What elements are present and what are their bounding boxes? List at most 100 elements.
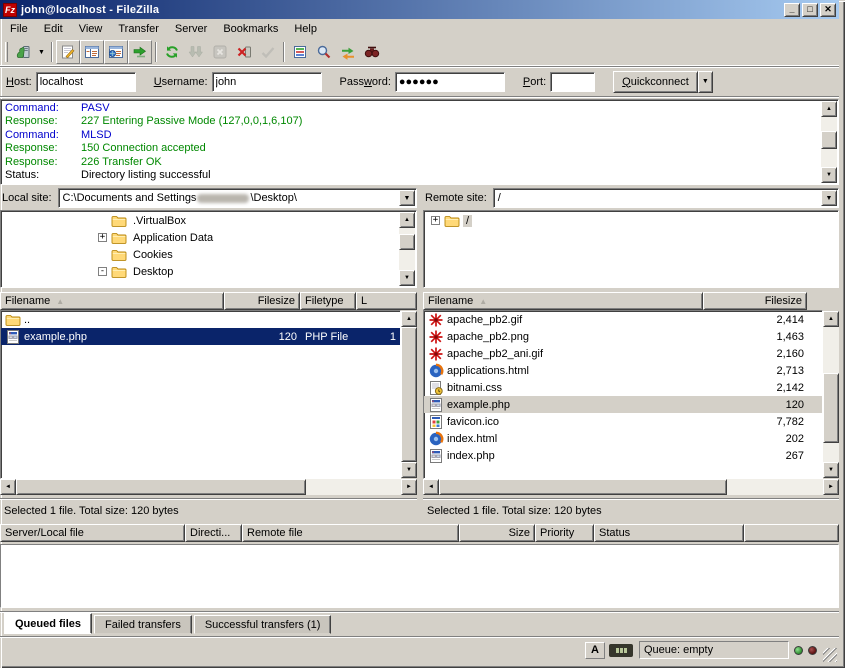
file-list[interactable]: apache_pb2.gif2,414apache_pb2.png1,463ap…: [423, 310, 823, 479]
scroll-down-icon[interactable]: ▼: [399, 270, 415, 286]
file-row[interactable]: applications.html2,713: [424, 362, 822, 379]
reconnect-button[interactable]: [256, 40, 280, 64]
find-button[interactable]: [360, 40, 384, 64]
queue-column-priority[interactable]: Priority: [535, 524, 594, 542]
tree-item-label[interactable]: Application Data: [130, 232, 216, 244]
tree-item-label[interactable]: Cookies: [130, 249, 176, 261]
scroll-right-icon[interactable]: ►: [823, 479, 839, 495]
local-tree-toggle-button[interactable]: [80, 40, 104, 64]
scroll-left-icon[interactable]: ◄: [0, 479, 16, 495]
quickconnect-dropdown[interactable]: ▼: [698, 71, 713, 93]
title-bar[interactable]: Fz john@localhost - FileZilla _ □ ✕: [0, 0, 839, 19]
file-row[interactable]: apache_pb2.gif2,414: [424, 311, 822, 328]
toolbar-grip[interactable]: [5, 42, 8, 62]
queue-list[interactable]: [0, 544, 839, 608]
menu-server[interactable]: Server: [167, 21, 215, 37]
list-vertical-scrollbar[interactable]: ▲▼: [401, 311, 417, 478]
scroll-down-icon[interactable]: ▼: [821, 167, 837, 183]
queue-column-size[interactable]: Size: [459, 524, 535, 542]
site-path-combobox[interactable]: /▼: [493, 188, 839, 208]
scroll-thumb[interactable]: [821, 131, 837, 149]
column-header-filetype[interactable]: Filetype: [300, 292, 356, 310]
directory-tree[interactable]: .VirtualBox + Application Data Cookies - Desk…: [0, 210, 417, 288]
filter-button[interactable]: [288, 40, 312, 64]
tree-item-label[interactable]: Desktop: [130, 266, 176, 278]
column-header-filesize[interactable]: Filesize: [703, 292, 807, 310]
scroll-thumb[interactable]: [399, 234, 415, 250]
site-path-combobox[interactable]: C:\Documents and Settings\Desktop\▼: [58, 188, 417, 208]
site-manager-button[interactable]: [11, 40, 35, 64]
tree-vertical-scrollbar[interactable]: ▲▼: [399, 212, 415, 286]
scroll-thumb[interactable]: [439, 479, 727, 495]
port-input[interactable]: [550, 72, 595, 92]
list-horizontal-scrollbar[interactable]: ◄►: [423, 479, 839, 495]
message-log-toggle-button[interactable]: [56, 40, 80, 64]
directory-tree[interactable]: +/: [423, 210, 839, 288]
file-list[interactable]: ..example.php120PHP File1: [0, 310, 401, 479]
file-row[interactable]: bitnami.css2,142: [424, 379, 822, 396]
sync-browse-button[interactable]: [336, 40, 360, 64]
scroll-up-icon[interactable]: ▲: [401, 311, 417, 327]
tree-expander-plus-icon[interactable]: +: [431, 216, 440, 225]
tab-successful-transfers-[interactable]: Successful transfers (1): [194, 615, 332, 634]
menu-transfer[interactable]: Transfer: [110, 21, 167, 37]
list-horizontal-scrollbar[interactable]: ◄►: [0, 479, 417, 495]
resize-grip[interactable]: [823, 648, 837, 662]
queue-column-serverlocalfile[interactable]: Server/Local file: [0, 524, 185, 542]
process-queue-button[interactable]: [184, 40, 208, 64]
file-row[interactable]: apache_pb2.png1,463: [424, 328, 822, 345]
file-row[interactable]: index.html202: [424, 430, 822, 447]
tab-queued-files[interactable]: Queued files: [4, 613, 92, 634]
file-row[interactable]: index.php267: [424, 447, 822, 464]
tree-item[interactable]: - Desktop: [2, 263, 415, 280]
queue-column-status[interactable]: Status: [594, 524, 744, 542]
column-header-l[interactable]: L: [356, 292, 417, 310]
tree-item[interactable]: +/: [425, 212, 837, 229]
minimize-button[interactable]: _: [784, 3, 800, 17]
scroll-up-icon[interactable]: ▲: [821, 101, 837, 117]
remote-tree-toggle-button[interactable]: [104, 40, 128, 64]
file-row[interactable]: apache_pb2_ani.gif2,160: [424, 345, 822, 362]
combo-dropdown-icon[interactable]: ▼: [399, 190, 415, 206]
file-row[interactable]: ..: [1, 311, 400, 328]
scroll-down-icon[interactable]: ▼: [401, 462, 417, 478]
queue-column-directi[interactable]: Directi...: [185, 524, 242, 542]
file-row[interactable]: favicon.ico7,782: [424, 413, 822, 430]
menu-view[interactable]: View: [71, 21, 111, 37]
file-row[interactable]: example.php120: [424, 396, 822, 413]
scroll-left-icon[interactable]: ◄: [423, 479, 439, 495]
log-vertical-scrollbar[interactable]: ▲ ▼: [821, 101, 837, 183]
maximize-button[interactable]: □: [802, 3, 818, 17]
menu-bookmarks[interactable]: Bookmarks: [215, 21, 286, 37]
tree-expander-plus-icon[interactable]: +: [98, 233, 107, 242]
search-button[interactable]: [312, 40, 336, 64]
close-button[interactable]: ✕: [820, 3, 836, 17]
tree-item[interactable]: Cookies: [2, 246, 415, 263]
scroll-thumb[interactable]: [401, 327, 417, 462]
menu-file[interactable]: File: [2, 21, 36, 37]
cancel-button[interactable]: [208, 40, 232, 64]
scroll-up-icon[interactable]: ▲: [823, 311, 839, 327]
tree-item[interactable]: .VirtualBox: [2, 212, 415, 229]
column-header-filesize[interactable]: Filesize: [224, 292, 300, 310]
file-row[interactable]: example.php120PHP File1: [1, 328, 400, 345]
menu-edit[interactable]: Edit: [36, 21, 71, 37]
username-input[interactable]: [212, 72, 322, 92]
queue-column-empty[interactable]: [744, 524, 839, 542]
tree-expander-minus-icon[interactable]: -: [98, 267, 107, 276]
column-header-filename[interactable]: Filename▲: [423, 292, 703, 310]
quickconnect-button[interactable]: Quickconnect: [613, 71, 698, 93]
list-vertical-scrollbar[interactable]: ▲▼: [823, 311, 839, 478]
disconnect-button[interactable]: [232, 40, 256, 64]
tree-item[interactable]: + Application Data: [2, 229, 415, 246]
refresh-button[interactable]: [160, 40, 184, 64]
host-input[interactable]: [36, 72, 136, 92]
queue-toggle-button[interactable]: [128, 40, 152, 64]
column-header-filename[interactable]: Filename▲: [0, 292, 224, 310]
scroll-down-icon[interactable]: ▼: [823, 462, 839, 478]
scroll-thumb[interactable]: [823, 373, 839, 443]
scroll-up-icon[interactable]: ▲: [399, 212, 415, 228]
combo-dropdown-icon[interactable]: ▼: [821, 190, 837, 206]
password-input[interactable]: [395, 72, 505, 92]
queue-column-remotefile[interactable]: Remote file: [242, 524, 459, 542]
